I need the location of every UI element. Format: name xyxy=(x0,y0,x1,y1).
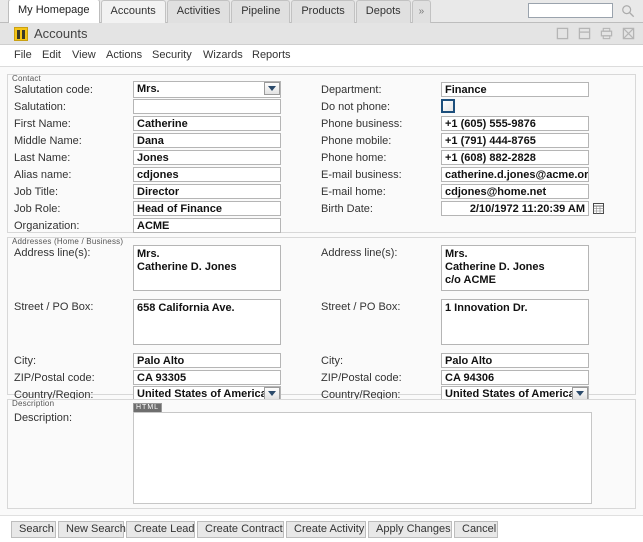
section-contact-legend: Contact xyxy=(12,74,41,83)
label-e-mail-business: E-mail business: xyxy=(321,169,402,181)
field-e-mail-business[interactable]: catherine.d.jones@acme.org xyxy=(441,167,589,182)
button-new-search[interactable]: New Search xyxy=(58,521,126,538)
field-e-mail-home[interactable]: cdjones@home.net xyxy=(441,184,589,199)
search-icon[interactable] xyxy=(621,4,635,18)
field-last-name[interactable]: Jones xyxy=(133,150,281,165)
menu-item-wizards[interactable]: Wizards xyxy=(203,49,243,61)
button-create-lead[interactable]: Create Lead xyxy=(126,521,195,538)
menu-bar: File Edit View Actions Security Wizards Report… xyxy=(0,45,643,67)
label-birth-date: Birth Date: xyxy=(321,203,373,215)
label-address-lines-home: Address line(s): xyxy=(14,247,91,259)
section-description-legend: Description xyxy=(12,399,55,408)
tab-accounts[interactable]: Accounts xyxy=(100,0,166,23)
button-create-contract[interactable]: Create Contract xyxy=(197,521,284,538)
field-birth-date[interactable]: 2/10/1972 11:20:39 AM xyxy=(441,201,589,216)
top-tab-strip: My Homepage Accounts Activities Pipeline Pro… xyxy=(0,0,643,23)
search-input[interactable] xyxy=(529,4,612,17)
label-job-role: Job Role: xyxy=(14,203,61,215)
label-street-business: Street / PO Box: xyxy=(321,301,401,313)
window-controls xyxy=(556,27,635,40)
label-zip-business: ZIP/Postal code: xyxy=(321,372,402,384)
field-salutation-code[interactable]: Mrs. xyxy=(133,81,281,98)
restore-button[interactable] xyxy=(578,27,591,40)
label-zip-home: ZIP/Postal code: xyxy=(14,372,95,384)
label-middle-name: Middle Name: xyxy=(14,135,82,147)
label-phone-business: Phone business: xyxy=(321,118,403,130)
field-street-home[interactable]: 658 California Ave. xyxy=(133,299,281,345)
tab-activities[interactable]: Activities xyxy=(166,0,231,23)
menu-item-edit[interactable]: Edit xyxy=(42,49,61,61)
tab-products[interactable]: Products xyxy=(291,0,355,23)
application-window: My Homepage Accounts Activities Pipeline Pro… xyxy=(0,0,643,542)
field-address-lines-business[interactable]: Mrs. Catherine D. Jones c/o ACME xyxy=(441,245,589,291)
tab-pipeline[interactable]: Pipeline xyxy=(231,0,291,23)
menu-item-actions[interactable]: Actions xyxy=(106,49,142,61)
label-city-business: City: xyxy=(321,355,343,367)
label-alias-name: Alias name: xyxy=(14,169,72,181)
close-button[interactable] xyxy=(622,27,635,40)
field-zip-home[interactable]: CA 93305 xyxy=(133,370,281,385)
button-create-activity[interactable]: Create Activity xyxy=(286,521,366,538)
page-title: Accounts xyxy=(34,26,88,41)
global-search-box[interactable] xyxy=(528,3,613,18)
field-phone-home[interactable]: +1 (608) 882-2828 xyxy=(441,150,589,165)
label-department: Department: xyxy=(321,84,382,96)
menu-item-file[interactable]: File xyxy=(14,49,32,61)
field-city-business[interactable]: Palo Alto xyxy=(441,353,589,368)
field-phone-business[interactable]: +1 (605) 555-9876 xyxy=(441,116,589,131)
description-textarea[interactable] xyxy=(133,412,592,504)
field-street-business[interactable]: 1 Innovation Dr. xyxy=(441,299,589,345)
calendar-icon[interactable] xyxy=(593,203,604,214)
label-last-name: Last Name: xyxy=(14,152,71,164)
field-job-role[interactable]: Head of Finance xyxy=(133,201,281,216)
label-e-mail-home: E-mail home: xyxy=(321,186,386,198)
description-label: Description: xyxy=(14,412,73,424)
contacts-icon xyxy=(14,27,28,41)
menu-item-reports[interactable]: Reports xyxy=(252,49,291,61)
window-title-bar: Accounts xyxy=(0,23,643,45)
action-button-bar: Search New Search Create Lead Create Contra… xyxy=(0,515,643,542)
field-address-lines-home[interactable]: Mrs. Catherine D. Jones xyxy=(133,245,281,291)
button-search[interactable]: Search xyxy=(11,521,56,538)
field-first-name[interactable]: Catherine xyxy=(133,116,281,131)
menu-item-view[interactable]: View xyxy=(72,49,96,61)
label-phone-home: Phone home: xyxy=(321,152,387,164)
form-content: Contact Salutation code: Mrs. Salutation: F… xyxy=(0,67,643,515)
maximize-button[interactable] xyxy=(556,27,569,40)
field-salutation-code-value: Mrs. xyxy=(133,81,281,98)
tab-my-homepage[interactable]: My Homepage xyxy=(8,0,100,23)
label-job-title: Job Title: xyxy=(14,186,59,198)
field-organization[interactable]: ACME xyxy=(133,218,281,233)
label-organization: Organization: xyxy=(14,220,80,232)
tab-depots[interactable]: Depots xyxy=(355,0,411,23)
field-alias-name[interactable]: cdjones xyxy=(133,167,281,182)
tab-list: My Homepage Accounts Activities Pipeline Pro… xyxy=(8,0,432,23)
field-phone-mobile[interactable]: +1 (791) 444-8765 xyxy=(441,133,589,148)
field-zip-business[interactable]: CA 94306 xyxy=(441,370,589,385)
label-phone-mobile: Phone mobile: xyxy=(321,135,392,147)
field-department[interactable]: Finance xyxy=(441,82,589,97)
label-address-lines-business: Address line(s): xyxy=(321,247,398,259)
field-job-title[interactable]: Director xyxy=(133,184,281,199)
checkbox-do-not-phone[interactable] xyxy=(441,99,455,113)
field-middle-name[interactable]: Dana xyxy=(133,133,281,148)
chevron-down-icon[interactable] xyxy=(264,82,280,95)
field-salutation[interactable] xyxy=(133,99,281,114)
button-cancel[interactable]: Cancel xyxy=(454,521,498,538)
label-city-home: City: xyxy=(14,355,36,367)
label-street-home: Street / PO Box: xyxy=(14,301,94,313)
label-do-not-phone: Do not phone: xyxy=(321,101,391,113)
print-button[interactable] xyxy=(600,27,613,40)
menu-item-security[interactable]: Security xyxy=(152,49,192,61)
label-salutation: Salutation: xyxy=(14,101,66,113)
field-city-home[interactable]: Palo Alto xyxy=(133,353,281,368)
label-first-name: First Name: xyxy=(14,118,71,130)
label-salutation-code: Salutation code: xyxy=(14,84,93,96)
button-apply-changes[interactable]: Apply Changes xyxy=(368,521,452,538)
section-addresses-legend: Addresses (Home / Business) xyxy=(12,237,124,246)
tab-overflow-button[interactable]: » xyxy=(411,0,432,23)
